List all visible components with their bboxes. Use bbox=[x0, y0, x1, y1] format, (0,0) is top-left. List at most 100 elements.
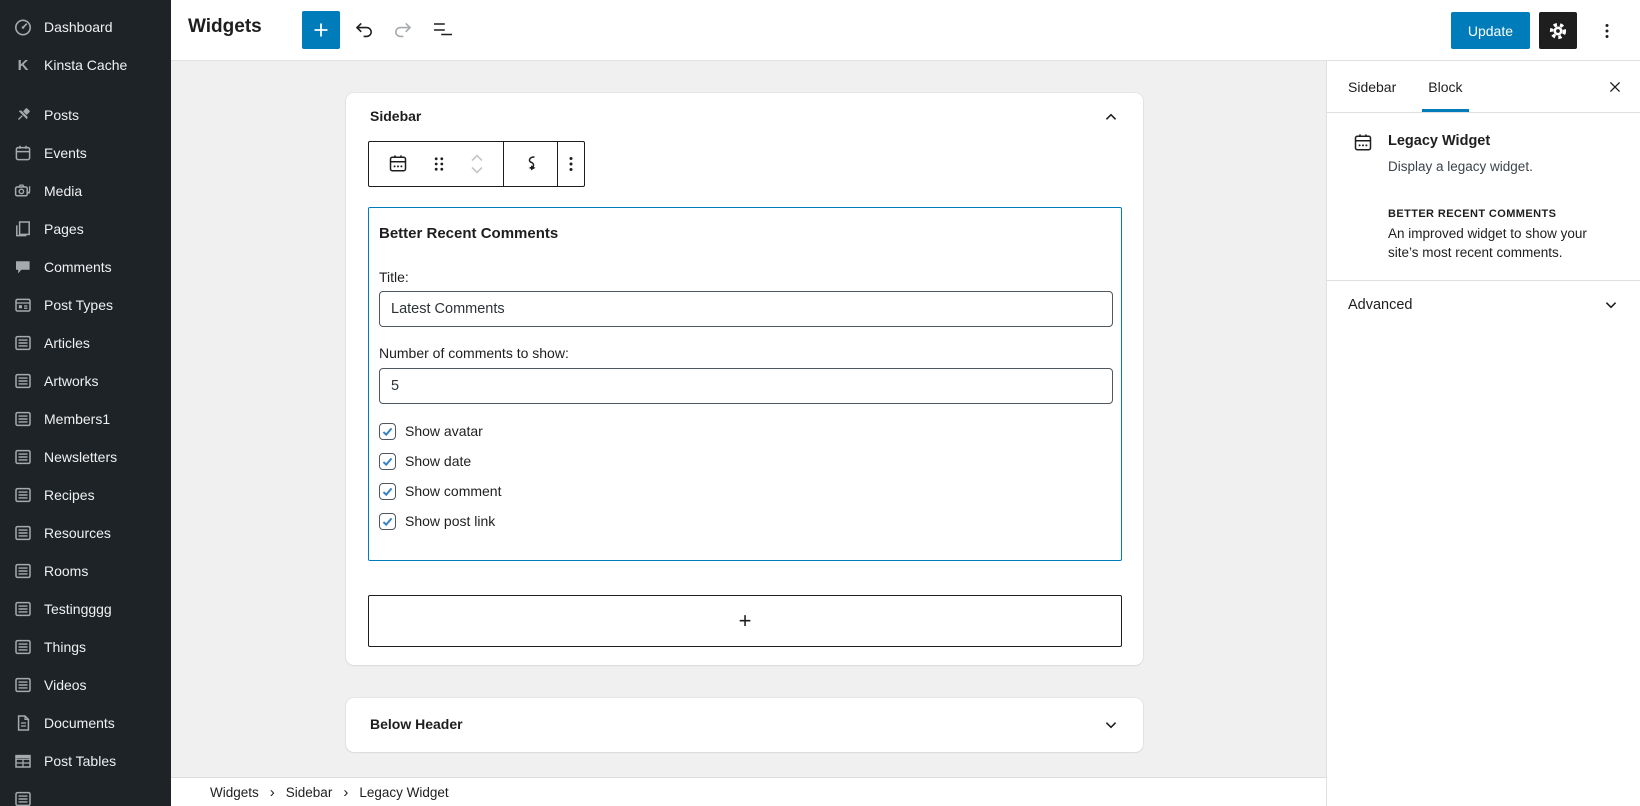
drag-handle[interactable] bbox=[427, 152, 451, 176]
sidebar-item-label: Rooms bbox=[44, 563, 88, 579]
undo-button[interactable] bbox=[345, 11, 383, 49]
sidebar-item-documents[interactable]: Documents bbox=[0, 704, 171, 742]
sidebar-item-testingggg[interactable]: Testingggg bbox=[0, 590, 171, 628]
calendar-icon bbox=[13, 143, 33, 163]
undo-icon bbox=[352, 18, 376, 42]
comment-bubble-icon bbox=[13, 257, 33, 277]
block-mover[interactable] bbox=[468, 151, 486, 177]
settings-button[interactable] bbox=[1539, 12, 1577, 49]
list-icon bbox=[13, 675, 33, 695]
chevron-down-icon bbox=[1600, 294, 1622, 316]
widget-area-title: Below Header bbox=[370, 716, 463, 732]
plus-icon: + bbox=[739, 608, 752, 634]
checkbox-row: Show comment bbox=[379, 481, 501, 501]
sidebar-item-dashboard[interactable]: Dashboard bbox=[0, 8, 171, 46]
collapse-area-button[interactable] bbox=[1095, 101, 1127, 133]
sidebar-item-label: Events bbox=[44, 145, 87, 161]
title-field-label: Title: bbox=[379, 269, 409, 285]
show-avatar-checkbox[interactable] bbox=[379, 423, 396, 440]
title-input[interactable] bbox=[379, 291, 1113, 327]
list-view-button[interactable] bbox=[424, 11, 462, 49]
dashboard-icon bbox=[13, 17, 33, 37]
move-to-icon bbox=[519, 152, 543, 176]
checkmark-icon bbox=[381, 425, 394, 438]
pages-icon bbox=[13, 219, 33, 239]
list-icon bbox=[13, 561, 33, 581]
block-breadcrumb: Widgets › Sidebar › Legacy Widget bbox=[171, 777, 1326, 806]
sidebar-item-things[interactable]: Things bbox=[0, 628, 171, 666]
sidebar-item-pages[interactable]: Pages bbox=[0, 210, 171, 248]
checkmark-icon bbox=[381, 515, 394, 528]
sidebar-item-label: Documents bbox=[44, 715, 115, 731]
sidebar-item-newsletters[interactable]: Newsletters bbox=[0, 438, 171, 476]
breadcrumb-legacy-widget[interactable]: Legacy Widget bbox=[359, 785, 448, 800]
chevron-up-icon bbox=[468, 151, 486, 164]
sidebar-item-kinsta-cache[interactable]: K Kinsta Cache bbox=[0, 46, 171, 84]
advanced-label: Advanced bbox=[1348, 297, 1413, 313]
close-settings-button[interactable] bbox=[1602, 74, 1628, 100]
sidebar-item-post-types[interactable]: Post Types bbox=[0, 286, 171, 324]
page-title: Widgets bbox=[188, 16, 262, 38]
update-button[interactable]: Update bbox=[1451, 12, 1530, 49]
sidebar-item-label: Comments bbox=[44, 259, 112, 275]
sidebar-item-resources[interactable]: Resources bbox=[0, 514, 171, 552]
add-block-appender[interactable]: + bbox=[368, 595, 1122, 647]
options-menu-button[interactable] bbox=[1588, 12, 1626, 49]
checkbox-label: Show comment bbox=[405, 483, 501, 499]
block-type-button[interactable] bbox=[386, 152, 410, 176]
tab-block[interactable]: Block bbox=[1412, 61, 1478, 112]
redo-button[interactable] bbox=[384, 11, 422, 49]
breadcrumb-separator: › bbox=[343, 784, 348, 801]
sidebar-item-media[interactable]: Media bbox=[0, 172, 171, 210]
sidebar-item-comments[interactable]: Comments bbox=[0, 248, 171, 286]
sidebar-item-label: Newsletters bbox=[44, 449, 117, 465]
list-icon bbox=[13, 447, 33, 467]
list-icon bbox=[13, 371, 33, 391]
sidebar-item-label: Artworks bbox=[44, 373, 98, 389]
sidebar-item-artworks[interactable]: Artworks bbox=[0, 362, 171, 400]
tab-sidebar[interactable]: Sidebar bbox=[1332, 61, 1412, 112]
plus-icon bbox=[309, 18, 333, 42]
advanced-panel-toggle[interactable]: Advanced bbox=[1327, 280, 1640, 329]
breadcrumb-widgets[interactable]: Widgets bbox=[210, 785, 259, 800]
toolbar-segment-move bbox=[504, 142, 558, 186]
admin-sidebar: Dashboard K Kinsta Cache Posts Events Me… bbox=[0, 0, 171, 806]
kebab-icon bbox=[559, 152, 583, 176]
show-date-checkbox[interactable] bbox=[379, 453, 396, 470]
sidebar-item-articles[interactable]: Articles bbox=[0, 324, 171, 362]
widget-area-sidebar: Sidebar bbox=[346, 93, 1143, 665]
block-card-description: Display a legacy widget. bbox=[1388, 159, 1533, 174]
count-input[interactable] bbox=[379, 368, 1113, 404]
show-post-link-checkbox[interactable] bbox=[379, 513, 396, 530]
sidebar-item-videos[interactable]: Videos bbox=[0, 666, 171, 704]
widget-area-below-header[interactable]: Below Header bbox=[346, 698, 1143, 752]
sidebar-item-label: Resources bbox=[44, 525, 111, 541]
sidebar-item-label: Pages bbox=[44, 221, 84, 237]
expand-area-button[interactable] bbox=[1095, 709, 1127, 741]
sidebar-item-events[interactable]: Events bbox=[0, 134, 171, 172]
widget-name: BETTER RECENT COMMENTS bbox=[1388, 208, 1556, 220]
pin-icon bbox=[13, 105, 33, 125]
checkbox-row: Show date bbox=[379, 451, 471, 471]
sidebar-item-label: Dashboard bbox=[44, 19, 113, 35]
table-icon bbox=[13, 751, 33, 771]
show-comment-checkbox[interactable] bbox=[379, 483, 396, 500]
block-options-button[interactable] bbox=[559, 152, 583, 176]
legacy-widget-block[interactable]: Better Recent Comments Title: Number of … bbox=[368, 207, 1122, 561]
sidebar-item-recipes[interactable]: Recipes bbox=[0, 476, 171, 514]
block-inserter-button[interactable] bbox=[302, 11, 340, 49]
sidebar-item-label: Testingggg bbox=[44, 601, 112, 617]
sidebar-item-members1[interactable]: Members1 bbox=[0, 400, 171, 438]
sidebar-item-post-tables[interactable]: Post Tables bbox=[0, 742, 171, 780]
sidebar-item-posts[interactable]: Posts bbox=[0, 96, 171, 134]
move-to-widget-area-button[interactable] bbox=[519, 152, 543, 176]
checkbox-label: Show post link bbox=[405, 513, 495, 529]
list-icon bbox=[13, 485, 33, 505]
block-toolbar bbox=[368, 141, 585, 187]
legacy-widget-icon bbox=[1351, 131, 1375, 155]
legacy-widget-icon bbox=[386, 152, 410, 176]
sidebar-item-rooms[interactable]: Rooms bbox=[0, 552, 171, 590]
breadcrumb-sidebar[interactable]: Sidebar bbox=[286, 785, 333, 800]
close-icon bbox=[1605, 77, 1625, 97]
sidebar-item-partial[interactable] bbox=[0, 780, 171, 806]
